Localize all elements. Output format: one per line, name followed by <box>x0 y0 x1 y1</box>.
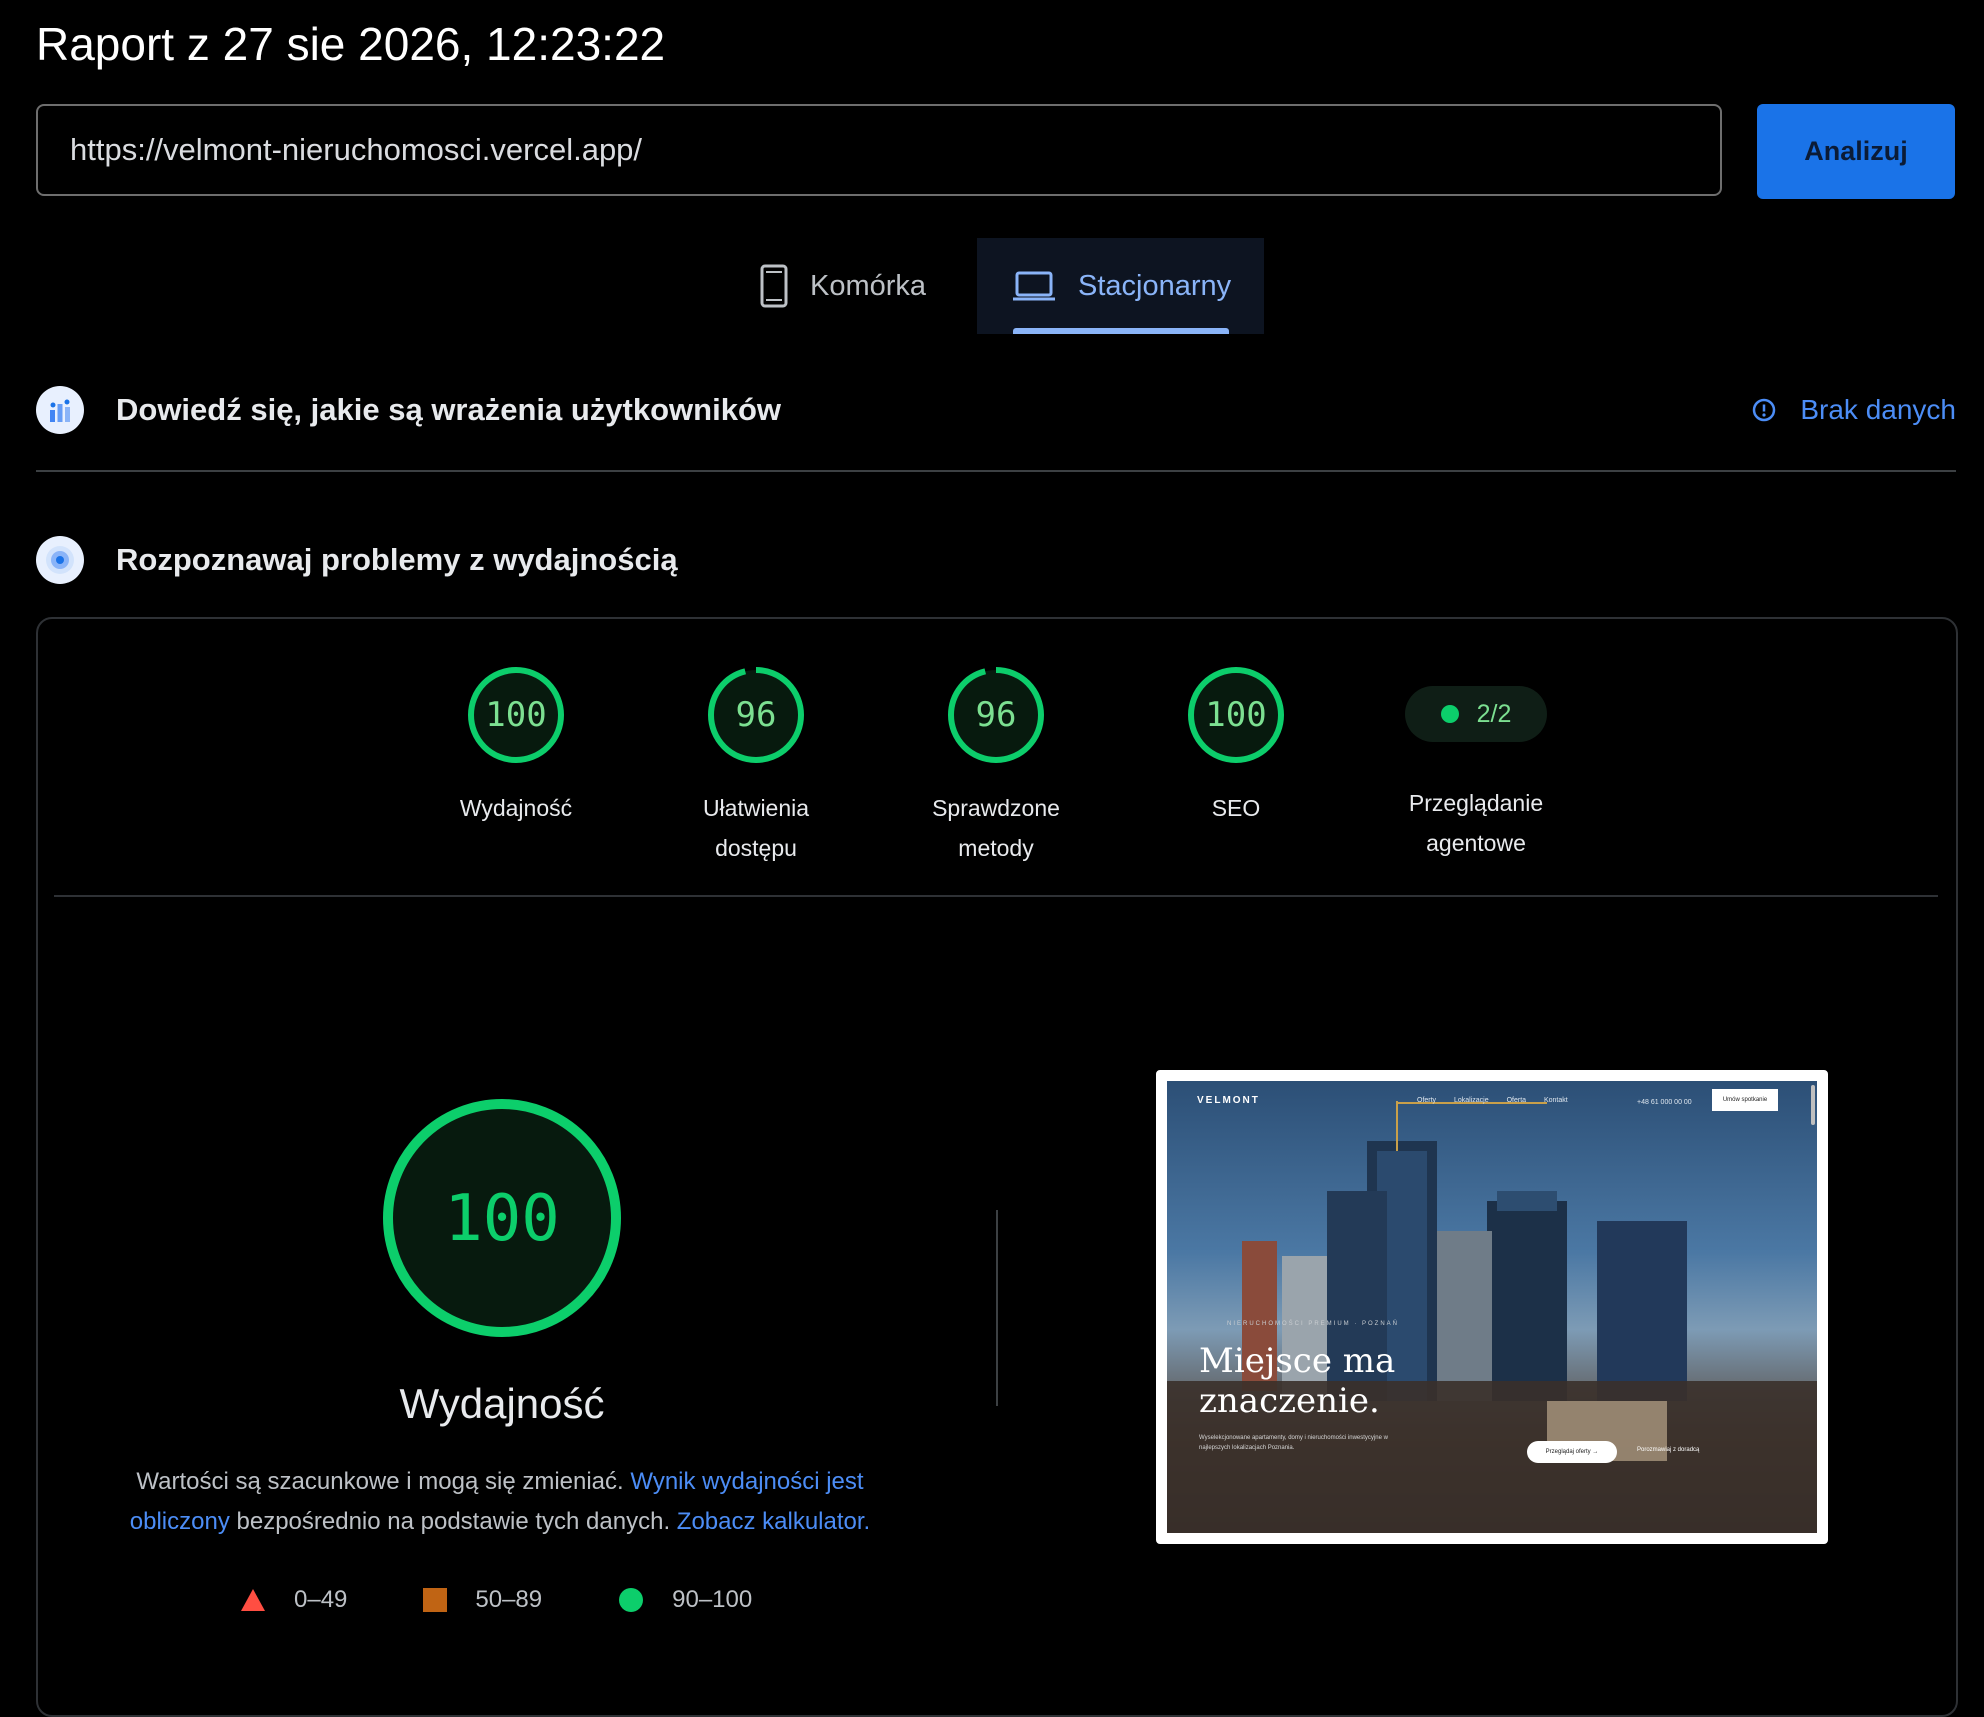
legend-item-pass: 90–100 <box>618 1586 752 1614</box>
screenshot-cta: Umów spotkanie <box>1712 1089 1778 1111</box>
score-value: 100 <box>485 695 546 735</box>
legend-item-average: 50–89 <box>423 1586 542 1614</box>
desc-text-1: Wartości są szacunkowe i mogą się zmieni… <box>136 1468 631 1495</box>
field-data-section: Dowiedź się, jakie są wrażenia użytkowni… <box>36 380 1956 440</box>
tab-desktop-label: Stacjonarny <box>1078 269 1232 302</box>
score-label: Sprawdzone metody <box>896 788 1096 868</box>
tab-selected-indicator <box>1013 328 1229 334</box>
score-label-line2: dostępu <box>715 835 797 861</box>
hero-line1: Miejsce ma <box>1199 1341 1396 1381</box>
agentic-label-line1: Przeglądanie <box>1408 790 1544 816</box>
tab-mobile-label: Komórka <box>810 269 927 302</box>
legend-item-fail: 0–49 <box>240 1586 347 1614</box>
agentic-browsing-badge[interactable]: 2/2 <box>1405 686 1547 742</box>
final-screenshot[interactable]: VELMONT Oferty Lokalizacje Oferta Kontak… <box>1156 1070 1828 1544</box>
score-label: SEO <box>1136 788 1336 828</box>
average-square-icon <box>423 1588 448 1612</box>
city-skyline-image <box>1167 1101 1817 1533</box>
screenshot-nav: Oferty Lokalizacje Oferta Kontakt <box>1417 1097 1568 1104</box>
no-data-link[interactable]: Brak danych <box>1752 394 1956 426</box>
score-label-line1: SEO <box>1211 795 1261 821</box>
score-gauge-accessibility[interactable]: 96 Ułatwienia dostępu <box>656 665 856 868</box>
screenshot-subtitle: Wyselekcjonowane apartamenty, domy i nie… <box>1199 1435 1388 1451</box>
url-input[interactable] <box>68 131 1720 169</box>
legend-range: 0–49 <box>294 1586 348 1613</box>
laptop-icon <box>1013 271 1055 301</box>
vertical-divider <box>996 1210 998 1406</box>
legend-range: 50–89 <box>475 1586 543 1613</box>
gauge-ring: 100 <box>1188 667 1284 763</box>
score-gauge-best-practices[interactable]: 96 Sprawdzone metody <box>896 665 1096 868</box>
gauge-ring: 96 <box>948 667 1044 763</box>
lighthouse-icon <box>36 536 84 584</box>
screenshot-tagline: NIERUCHOMOŚCI PREMIUM · POZNAŃ <box>1227 1321 1400 1327</box>
agentic-label: Przeglądanie agentowe <box>1376 765 1576 863</box>
smartphone-icon <box>760 264 788 308</box>
tab-desktop[interactable]: Stacjonarny <box>977 238 1264 334</box>
tab-mobile[interactable]: Komórka <box>760 238 977 334</box>
info-icon <box>1753 398 1776 422</box>
pass-dot-icon <box>1440 705 1459 723</box>
screenshot-scrollbar <box>1811 1085 1815 1125</box>
score-label-line1: Sprawdzone <box>932 795 1060 821</box>
screenshot-brand: VELMONT <box>1197 1095 1260 1106</box>
fail-triangle-icon <box>241 1589 265 1611</box>
legend-range: 90–100 <box>672 1586 753 1613</box>
score-gauge-performance[interactable]: 100 Wydajność <box>416 665 616 828</box>
score-value: 96 <box>736 695 777 735</box>
screenshot-hero: Miejsce ma znaczenie. <box>1199 1341 1395 1421</box>
performance-big-gauge: 100 <box>383 1099 621 1337</box>
performance-description: Wartości są szacunkowe i mogą się zmieni… <box>90 1462 910 1542</box>
gauge-ring: 100 <box>468 667 564 763</box>
score-label-line1: Wydajność <box>459 795 573 821</box>
agentic-label-line2: agentowe <box>1426 830 1526 856</box>
calculator-link[interactable]: Zobacz kalkulator. <box>677 1508 870 1535</box>
agentic-value: 2/2 <box>1476 699 1512 728</box>
performance-big-score: 100 <box>444 1182 560 1256</box>
score-value: 96 <box>976 695 1017 735</box>
url-field[interactable] <box>36 104 1722 196</box>
score-gauge-seo[interactable]: 100 SEO <box>1136 665 1336 828</box>
score-label-line1: Ułatwienia <box>702 795 810 821</box>
crux-chart-icon <box>36 386 84 434</box>
desc-text-2: bezpośrednio na podstawie tych danych. <box>229 1508 677 1535</box>
lab-data-title: Rozpoznawaj problemy z wydajnością <box>116 542 678 577</box>
screenshot-advisor-link: Porozmawiaj z doradcą <box>1637 1447 1700 1453</box>
performance-big-label: Wydajność <box>399 1380 605 1427</box>
lab-data-section: Rozpoznawaj problemy z wydajnością <box>36 530 1956 590</box>
screenshot-image: VELMONT Oferty Lokalizacje Oferta Kontak… <box>1167 1081 1817 1533</box>
score-label-line2: metody <box>958 835 1034 861</box>
pass-circle-icon <box>619 1588 644 1612</box>
screenshot-browse-button: Przeglądaj oferty → <box>1527 1441 1617 1463</box>
report-title: Raport z 27 sie 2026, 12:23:22 <box>36 18 666 70</box>
score-value: 100 <box>1205 695 1266 735</box>
analyze-button[interactable]: Analizuj <box>1757 104 1955 199</box>
score-label: Wydajność <box>416 788 616 828</box>
section-divider <box>36 470 1956 472</box>
gauge-ring: 96 <box>708 667 804 763</box>
agentic-label-text: Przeglądanie agentowe <box>1376 783 1576 863</box>
device-tabs: Komórka Stacjonarny <box>0 238 1984 334</box>
no-data-label: Brak danych <box>1800 394 1956 425</box>
field-data-title: Dowiedź się, jakie są wrażenia użytkowni… <box>116 392 782 427</box>
score-label: Ułatwienia dostępu <box>656 788 856 868</box>
screenshot-phone: +48 61 000 00 00 <box>1637 1099 1692 1106</box>
card-divider <box>54 895 1938 897</box>
score-legend: 0–49 50–89 90–100 <box>240 1580 828 1620</box>
hero-line2: znaczenie. <box>1199 1381 1380 1421</box>
